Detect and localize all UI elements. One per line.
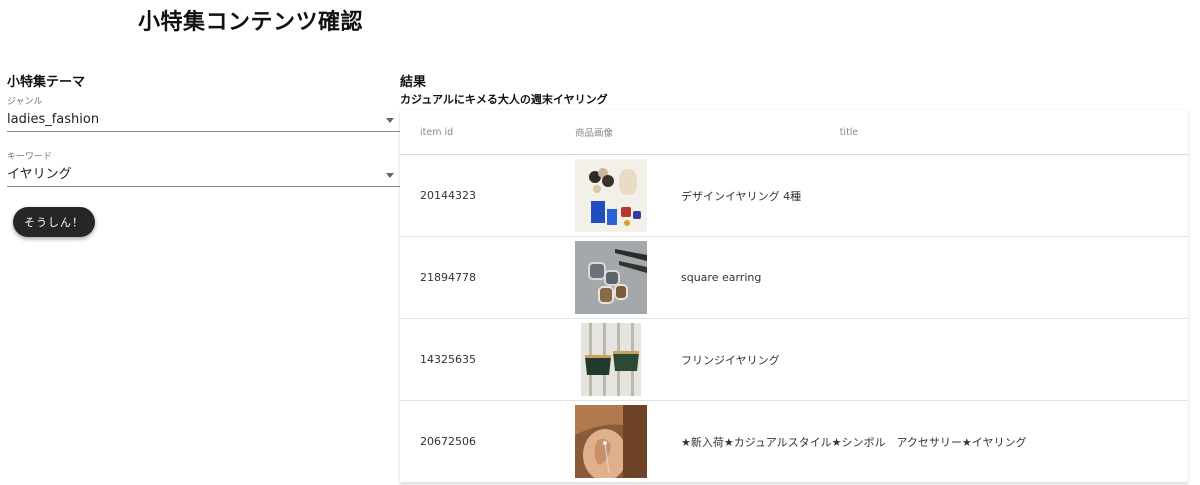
product-thumbnail[interactable] <box>575 323 647 396</box>
item-id-cell: 14325635 <box>400 318 575 401</box>
chevron-down-icon[interactable] <box>386 118 394 123</box>
product-image-cell <box>575 236 670 319</box>
product-image-cell <box>575 318 670 401</box>
item-id-cell: 21894778 <box>400 236 575 319</box>
item-id-cell: 20672506 <box>400 400 575 483</box>
product-image-cell <box>575 400 670 483</box>
keyword-select[interactable]: キーワード イヤリング <box>7 151 400 187</box>
genre-label: ジャンル <box>7 97 43 107</box>
item-id-cell: 20144323 <box>400 154 575 237</box>
product-thumbnail[interactable] <box>575 159 647 232</box>
item-title-cell: デザインイヤリング 4種 <box>670 154 1188 237</box>
chevron-down-icon[interactable] <box>386 173 394 178</box>
product-thumbnail[interactable] <box>575 241 647 314</box>
table-row[interactable]: 20144323 デザインイヤリング 4種 <box>400 154 1188 237</box>
page-title: 小特集コンテンツ確認 <box>138 10 364 35</box>
results-panel: 結果 カジュアルにキメる大人の週末イヤリング item id 商品画像 titl… <box>400 74 1188 483</box>
table-row[interactable]: 21894778 square earring <box>400 236 1188 319</box>
genre-value[interactable]: ladies_fashion <box>7 111 99 129</box>
form-section-title: 小特集テーマ <box>7 75 86 90</box>
table-row[interactable]: 14325635 フリンジイヤリング <box>400 318 1188 401</box>
column-header-title: title <box>670 110 1188 155</box>
item-title-cell: フリンジイヤリング <box>670 318 1188 401</box>
table-row[interactable]: 20672506 ★新入荷★カジュアルスタイル★シンボル アクセサリー★イヤリン… <box>400 400 1188 483</box>
column-header-item-id: item id <box>400 110 575 155</box>
column-header-image: 商品画像 <box>575 110 670 155</box>
table-header-row: item id 商品画像 title <box>400 110 1188 155</box>
genre-select[interactable]: ジャンル ladies_fashion <box>7 96 400 132</box>
item-title-cell: square earring <box>670 236 1188 319</box>
results-table: item id 商品画像 title 20144323 デザインイヤリング 4種… <box>400 110 1188 483</box>
item-title-cell: ★新入荷★カジュアルスタイル★シンボル アクセサリー★イヤリング <box>670 400 1188 483</box>
theme-form: 小特集テーマ ジャンル ladies_fashion キーワード イヤリング そ… <box>7 74 400 237</box>
product-image-cell <box>575 154 670 237</box>
theme-name: カジュアルにキメる大人の週末イヤリング <box>400 93 608 106</box>
product-thumbnail[interactable] <box>575 405 647 478</box>
keyword-value[interactable]: イヤリング <box>7 166 72 184</box>
results-title: 結果 <box>400 75 427 90</box>
keyword-label: キーワード <box>7 152 53 162</box>
submit-button[interactable]: そうしん！ <box>13 207 95 237</box>
